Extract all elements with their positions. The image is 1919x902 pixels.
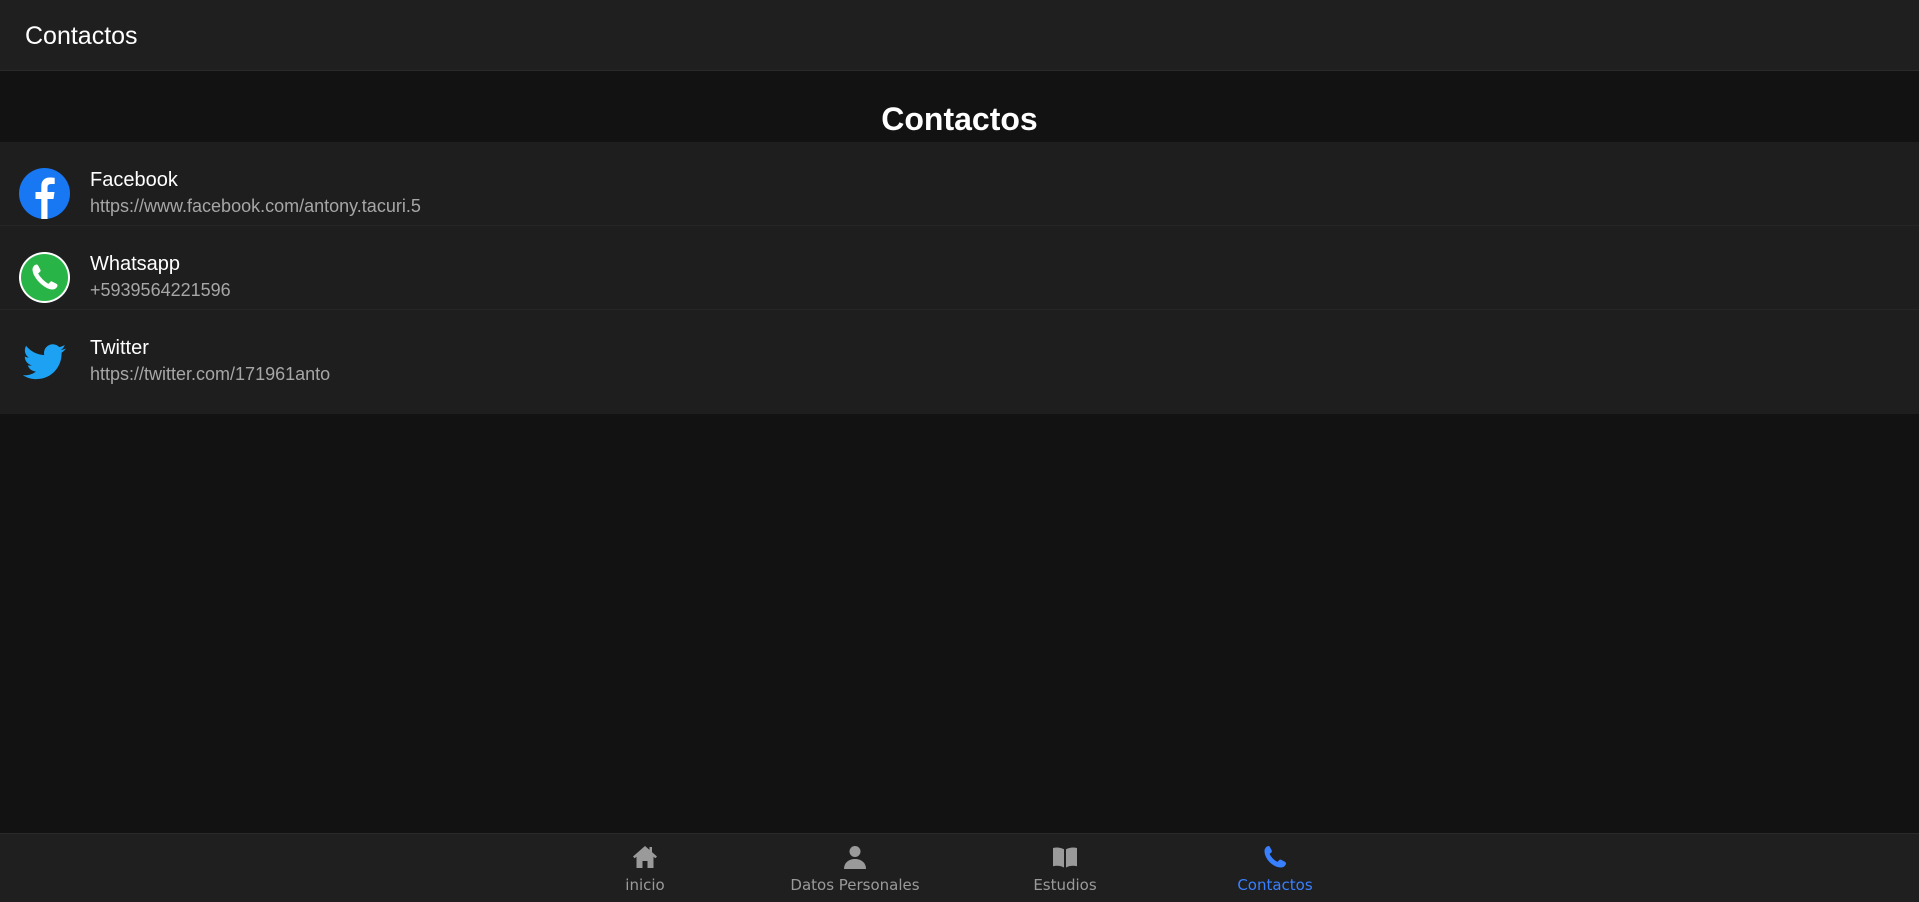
person-icon [841,843,869,871]
twitter-icon [19,336,70,387]
tab-label: Estudios [1033,876,1097,894]
whatsapp-icon [19,252,70,303]
phone-icon [1261,843,1289,871]
contact-name: Facebook [90,169,178,191]
contact-item-whatsapp[interactable]: Whatsapp +5939564221596 [0,226,1919,310]
tab-estudios[interactable]: Estudios [960,834,1170,902]
contact-item-facebook[interactable]: Facebook https://www.facebook.com/antony… [0,142,1919,226]
bottom-tab-bar: inicio Datos Personales Estudios Contact… [0,833,1919,902]
contact-item-twitter[interactable]: Twitter https://twitter.com/171961anto [0,310,1919,394]
book-icon [1051,843,1079,871]
contact-detail: +5939564221596 [90,280,231,300]
contact-list: Facebook https://www.facebook.com/antony… [0,142,1919,414]
facebook-icon [19,168,70,219]
tab-label: Datos Personales [790,876,920,894]
app-root: Contactos Contactos Facebook https://www… [0,0,1919,902]
contact-name: Twitter [90,337,149,359]
tab-label: inicio [625,876,665,894]
tab-datos-personales[interactable]: Datos Personales [750,834,960,902]
contact-detail: https://www.facebook.com/antony.tacuri.5 [90,196,421,216]
home-icon [631,843,659,871]
tab-inicio[interactable]: inicio [540,834,750,902]
tab-label: Contactos [1237,876,1313,894]
contact-name: Whatsapp [90,253,181,275]
toolbar-title: Contactos [25,22,138,50]
tab-contactos[interactable]: Contactos [1170,834,1380,902]
top-toolbar: Contactos [0,0,1919,71]
page-heading: Contactos [881,101,1038,137]
contact-detail: https://twitter.com/171961anto [90,364,331,384]
